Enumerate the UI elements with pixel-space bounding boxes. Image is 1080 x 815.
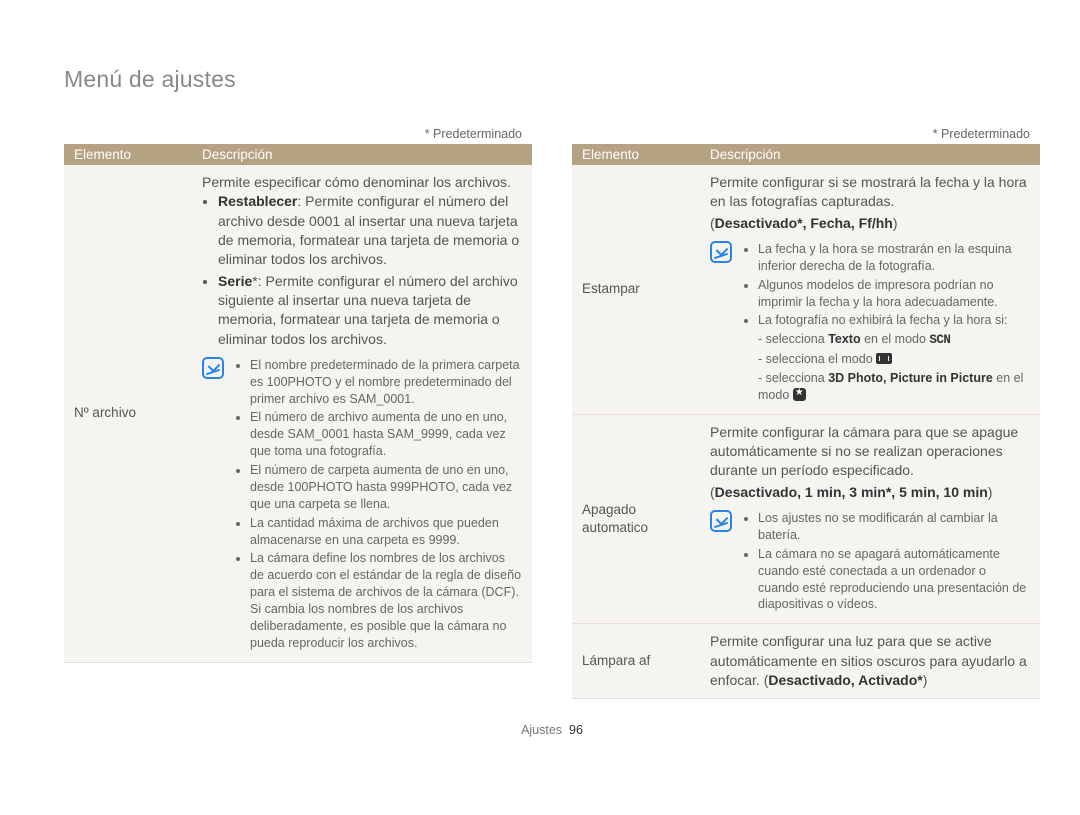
sub-item: selecciona Texto en el modo SCN — [758, 331, 1030, 349]
row-desc: Permite configurar la cámara para que se… — [700, 414, 1040, 624]
lead-text: Permite especificar cómo denominar los a… — [202, 173, 522, 192]
table-row: Nº archivo Permite especificar cómo deno… — [64, 165, 532, 662]
note-box: El nombre predeterminado de la primera c… — [202, 357, 522, 654]
note-item: Algunos modelos de impresora podrían no … — [758, 277, 1030, 311]
th-element: Elemento — [572, 144, 700, 165]
note-icon — [710, 510, 732, 532]
row-element: Estampar — [572, 165, 700, 414]
note-icon — [710, 241, 732, 263]
row-desc: Permite configurar si se mostrará la fec… — [700, 165, 1040, 414]
note-box: La fecha y la hora se mostrarán en la es… — [710, 241, 1030, 406]
options-text: Desactivado, Activado* — [768, 672, 922, 688]
table-row: Lámpara af Permite configurar una luz pa… — [572, 624, 1040, 699]
table-row: Apagado automatico Permite configurar la… — [572, 414, 1040, 624]
note-item: El nombre predeterminado de la primera c… — [250, 357, 522, 408]
sub-item: selecciona el modo — [758, 351, 1030, 368]
dual-mode-icon — [876, 353, 892, 364]
left-table: Elemento Descripción Nº archivo Permite … — [64, 144, 532, 663]
right-table: Elemento Descripción Estampar Permite co… — [572, 144, 1040, 699]
options-post: ) — [893, 215, 898, 231]
sub-bold: Texto — [828, 332, 860, 346]
options-text: Desactivado, 1 min, 3 min*, 5 min, 10 mi… — [715, 484, 988, 500]
page-title: Menú de ajustes — [64, 66, 1040, 93]
note-item-text: La fotografía no exhibirá la fecha y la … — [758, 313, 1007, 327]
row-element: Lámpara af — [572, 624, 700, 699]
options-text: Desactivado*, Fecha, Ff/hh — [715, 215, 893, 231]
note-box: Los ajustes no se modificarán al cambiar… — [710, 510, 1030, 615]
default-note-right: * Predeterminado — [572, 127, 1030, 141]
note-item: El número de archivo aumenta de uno en u… — [250, 409, 522, 460]
note-item: La fotografía no exhibirá la fecha y la … — [758, 312, 1030, 403]
options-post: ) — [923, 672, 928, 688]
scn-mode-icon: SCN — [929, 333, 950, 347]
default-note-left: * Predeterminado — [64, 127, 522, 141]
list-item: Serie*: Permite configurar el número del… — [218, 272, 522, 349]
sub-post: en el modo — [861, 332, 930, 346]
bullet-text: : Permite configurar el número del archi… — [218, 273, 518, 347]
note-item: El número de carpeta aumenta de uno en u… — [250, 462, 522, 513]
sub-pre: selecciona — [766, 332, 829, 346]
th-desc: Descripción — [700, 144, 1040, 165]
note-item: Los ajustes no se modificarán al cambiar… — [758, 510, 1030, 544]
row-desc: Permite configurar una luz para que se a… — [700, 624, 1040, 699]
table-row: Estampar Permite configurar si se mostra… — [572, 165, 1040, 414]
footer-page-number: 96 — [569, 723, 583, 737]
sub-pre: selecciona el modo — [766, 352, 876, 366]
note-item: La fecha y la hora se mostrarán en la es… — [758, 241, 1030, 275]
sub-bold: 3D Photo, Picture in Picture — [828, 371, 993, 385]
sub-pre: selecciona — [766, 371, 829, 385]
sub-item: selecciona 3D Photo, Picture in Picture … — [758, 370, 1030, 404]
bullet-label: Restablecer — [218, 193, 297, 209]
note-item: La cantidad máxima de archivos que puede… — [250, 515, 522, 549]
th-desc: Descripción — [192, 144, 532, 165]
list-item: Restablecer: Permite configurar el númer… — [218, 192, 522, 269]
left-column: * Predeterminado Elemento Descripción Nº… — [64, 127, 532, 699]
lead-text: Permite configurar si se mostrará la fec… — [710, 173, 1030, 212]
options-post: ) — [988, 484, 993, 500]
row-element: Nº archivo — [64, 165, 192, 662]
row-desc: Permite especificar cómo denominar los a… — [192, 165, 532, 662]
right-column: * Predeterminado Elemento Descripción Es… — [572, 127, 1040, 699]
footer-section: Ajustes — [521, 723, 562, 737]
page-footer: Ajustes 96 — [64, 723, 1040, 737]
lead-text: Permite configurar la cámara para que se… — [710, 423, 1030, 481]
bullet-label: Serie — [218, 273, 252, 289]
th-element: Elemento — [64, 144, 192, 165]
row-element: Apagado automatico — [572, 414, 700, 624]
note-icon — [202, 357, 224, 379]
magic-mode-icon — [793, 388, 806, 401]
note-item: La cámara define los nombres de los arch… — [250, 550, 522, 651]
note-item: La cámara no se apagará automáticamente … — [758, 546, 1030, 614]
